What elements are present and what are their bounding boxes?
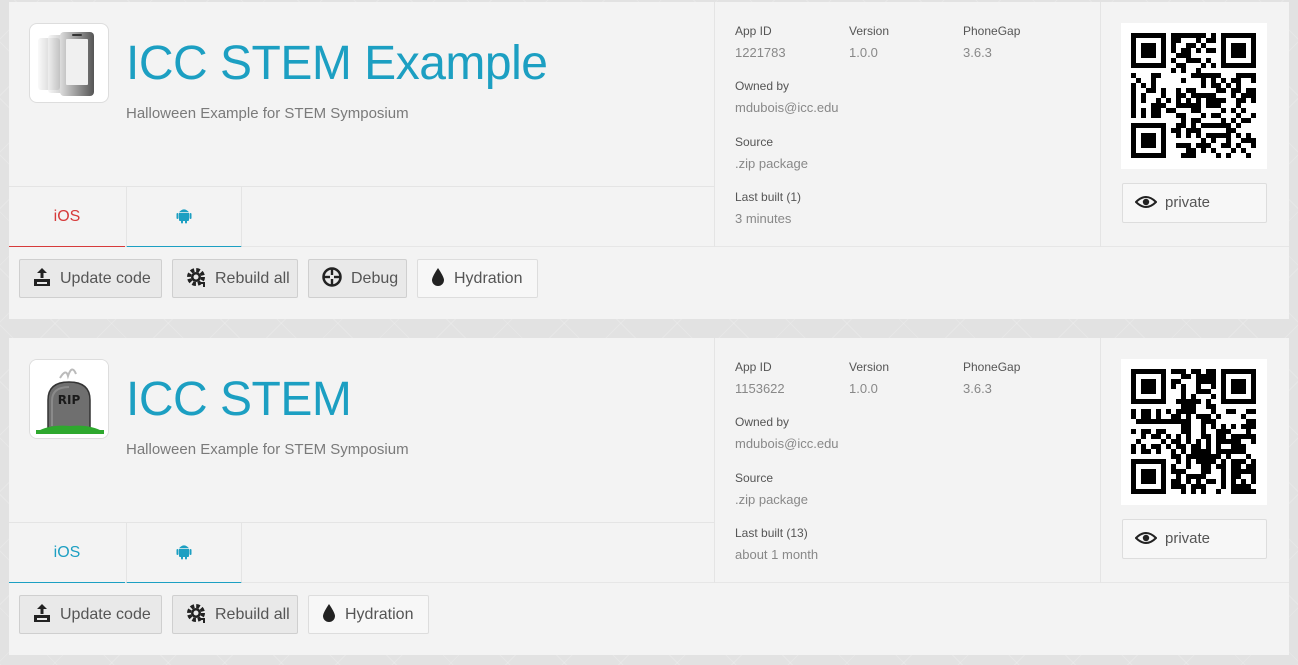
water-drop-icon: [323, 604, 335, 623]
qr-column: private: [1101, 2, 1289, 247]
privacy-button[interactable]: private: [1122, 183, 1267, 223]
source-value: .zip package: [735, 156, 808, 171]
qr-code-image: [1131, 33, 1256, 158]
owned-by-label: Owned by: [735, 79, 790, 93]
gear-refresh-icon: [187, 604, 205, 624]
action-bar: Update code Rebuild all Debug Hydration: [9, 247, 1289, 319]
app-id-label: App ID: [735, 24, 772, 38]
platform-tabs: iOS: [9, 186, 714, 248]
hydration-button[interactable]: Hydration: [308, 595, 429, 634]
source-value: .zip package: [735, 492, 808, 507]
eye-icon: [1134, 195, 1158, 208]
privacy-label: private: [1165, 530, 1211, 547]
update-code-button[interactable]: Update code: [19, 259, 162, 298]
android-icon: [176, 545, 192, 560]
app-card-header: RIP ICC STEM Halloween Example for STEM …: [9, 338, 1289, 584]
water-drop-icon: [432, 268, 444, 287]
app-meta: App ID 1221783 Version 1.0.0 PhoneGap 3.…: [714, 2, 1101, 247]
source-label: Source: [735, 471, 774, 485]
crosshair-icon: [322, 267, 342, 288]
app-card: RIP ICC STEM Halloween Example for STEM …: [9, 338, 1289, 655]
rebuild-all-button[interactable]: Rebuild all: [172, 595, 298, 634]
app-icon: RIP: [29, 359, 109, 439]
hydration-label: Hydration: [345, 606, 414, 623]
gear-refresh-icon: [187, 268, 205, 288]
version-value: 1.0.0: [849, 45, 878, 60]
android-icon: [176, 209, 192, 224]
owned-by-value: mdubois@icc.edu: [735, 436, 839, 451]
tab-android[interactable]: [126, 523, 242, 584]
update-code-button[interactable]: Update code: [19, 595, 162, 634]
action-bar: Update code Rebuild all Hydration: [9, 583, 1289, 655]
update-code-label: Update code: [60, 606, 151, 623]
last-built-value: 3 minutes: [735, 211, 792, 226]
phonegap-label: PhoneGap: [963, 360, 1021, 374]
privacy-button[interactable]: private: [1122, 519, 1267, 559]
privacy-label: private: [1165, 194, 1211, 211]
last-built-label: Last built (1): [735, 190, 802, 204]
upload-icon: [34, 604, 50, 623]
debug-button[interactable]: Debug: [308, 259, 407, 298]
app-id-value: 1153622: [735, 381, 785, 396]
qr-code-image: [1131, 369, 1256, 494]
version-label: Version: [849, 360, 890, 374]
rebuild-all-label: Rebuild all: [215, 606, 290, 623]
app-description: Halloween Example for STEM Symposium: [126, 441, 409, 458]
app-card-header: ICC STEM Example Halloween Example for S…: [9, 2, 1289, 248]
app-icon: [29, 23, 109, 103]
version-label: Version: [849, 24, 890, 38]
tab-ios[interactable]: iOS: [9, 523, 125, 584]
eye-icon: [1134, 531, 1158, 544]
phonegap-value: 3.6.3: [963, 45, 992, 60]
platform-tabs: iOS: [9, 522, 714, 584]
qr-code[interactable]: [1121, 359, 1267, 505]
qr-code[interactable]: [1121, 23, 1267, 169]
phonegap-icon: [38, 32, 94, 96]
tab-ios[interactable]: iOS: [9, 187, 125, 248]
hydration-label: Hydration: [454, 270, 523, 287]
app-id-label: App ID: [735, 360, 772, 374]
last-built-label: Last built (13): [735, 526, 808, 540]
rebuild-all-button[interactable]: Rebuild all: [172, 259, 298, 298]
app-card: ICC STEM Example Halloween Example for S…: [9, 2, 1289, 319]
version-value: 1.0.0: [849, 381, 878, 396]
app-name[interactable]: ICC STEM Example: [126, 36, 548, 91]
hydration-button[interactable]: Hydration: [417, 259, 538, 298]
app-id-value: 1221783: [735, 45, 786, 60]
debug-label: Debug: [351, 270, 399, 287]
phonegap-value: 3.6.3: [963, 381, 992, 396]
app-description: Halloween Example for STEM Symposium: [126, 105, 409, 122]
rebuild-all-label: Rebuild all: [215, 270, 290, 287]
owned-by-value: mdubois@icc.edu: [735, 100, 839, 115]
app-summary: ICC STEM Example Halloween Example for S…: [9, 2, 714, 248]
update-code-label: Update code: [60, 270, 151, 287]
tombstone-icon: RIP: [30, 360, 108, 438]
app-summary: RIP ICC STEM Halloween Example for STEM …: [9, 338, 714, 584]
qr-column: private: [1101, 338, 1289, 583]
upload-icon: [34, 268, 50, 287]
tab-android[interactable]: [126, 187, 242, 248]
phonegap-label: PhoneGap: [963, 24, 1021, 38]
tombstone-text: RIP: [58, 393, 81, 407]
app-meta: App ID 1153622 Version 1.0.0 PhoneGap 3.…: [714, 338, 1101, 583]
app-name[interactable]: ICC STEM: [126, 372, 352, 427]
last-built-value: about 1 month: [735, 547, 819, 562]
owned-by-label: Owned by: [735, 415, 790, 429]
source-label: Source: [735, 135, 774, 149]
